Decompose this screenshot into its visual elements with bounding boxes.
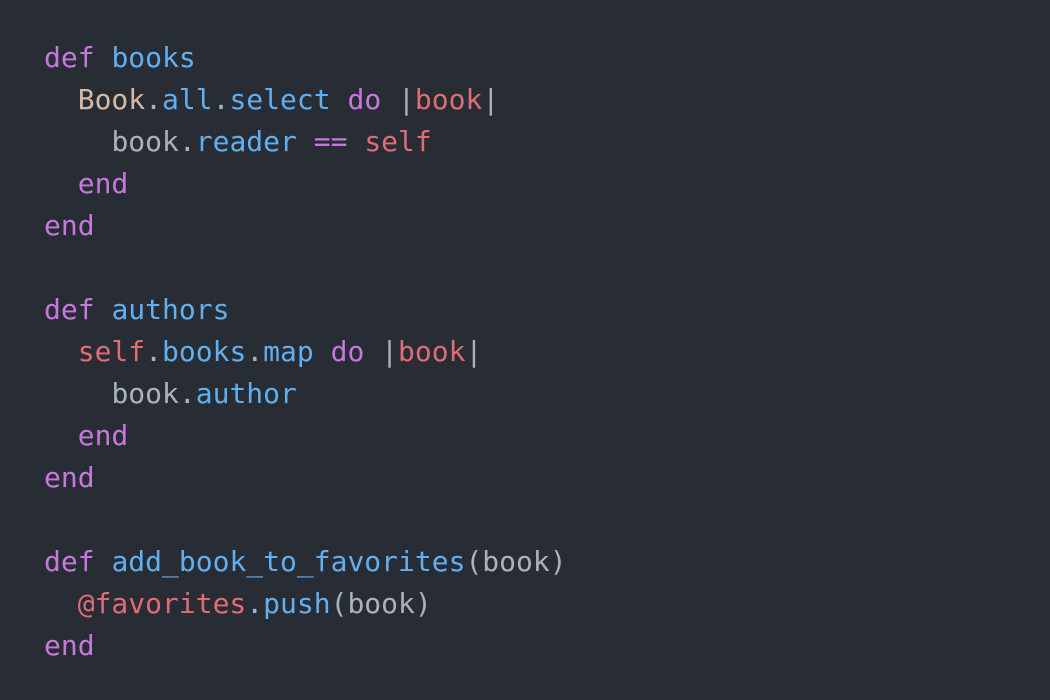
code-line: Book.all.select do |book| xyxy=(44,79,1050,121)
code-token-plain: book xyxy=(111,377,179,410)
code-token-plain: . xyxy=(145,335,163,368)
code-block[interactable]: def books Book.all.select do |book| book… xyxy=(44,37,1050,667)
code-line: end xyxy=(44,205,1050,247)
code-editor[interactable]: def books Book.all.select do |book| book… xyxy=(0,0,1050,700)
code-token-plain: | xyxy=(381,83,415,116)
code-token-keyword: end xyxy=(44,461,95,494)
code-token-function: select xyxy=(229,83,331,116)
code-line: end xyxy=(44,415,1050,457)
code-token-variable: @favorites xyxy=(77,587,247,620)
code-token-plain: book xyxy=(111,125,179,158)
code-token-function: map xyxy=(263,335,314,368)
code-token-plain: | xyxy=(364,335,399,368)
code-token-keyword: do xyxy=(330,335,365,368)
code-token-keyword: end xyxy=(44,629,95,662)
code-token-function: reader xyxy=(195,125,297,158)
code-token-keyword: def xyxy=(44,41,95,74)
code-token-keyword: def xyxy=(44,545,95,578)
code-line: book.reader == self xyxy=(44,121,1050,163)
code-token-keyword: end xyxy=(77,419,129,452)
code-token-variable: book xyxy=(414,83,483,116)
code-line: end xyxy=(44,625,1050,667)
code-token-function: author xyxy=(195,377,297,410)
code-token-plain: . xyxy=(246,335,264,368)
code-token-keyword: end xyxy=(77,167,129,200)
code-token-plain: . xyxy=(145,83,163,116)
code-token-keyword: end xyxy=(44,209,95,242)
code-token-plain: . xyxy=(178,125,196,158)
code-line: end xyxy=(44,457,1050,499)
code-token-function: push xyxy=(263,587,331,620)
code-token-plain: (book) xyxy=(330,587,432,620)
code-token-plain: . xyxy=(178,377,196,410)
code-line: def authors xyxy=(44,289,1050,331)
code-token-variable: self xyxy=(364,125,432,158)
code-token-plain: | xyxy=(465,335,483,368)
code-token-keyword: def xyxy=(44,293,95,326)
code-token-keyword: do xyxy=(347,83,382,116)
code-token-function: books xyxy=(162,335,247,368)
code-line: def add_book_to_favorites(book) xyxy=(44,541,1050,583)
code-line: @favorites.push(book) xyxy=(44,583,1050,625)
code-line: book.author xyxy=(44,373,1050,415)
code-token-keyword: == xyxy=(313,125,348,158)
code-token-plain: | xyxy=(482,83,500,116)
code-token-variable: book xyxy=(398,335,466,368)
code-token-function: authors xyxy=(111,293,230,326)
code-token-function: books xyxy=(111,41,196,74)
code-line: self.books.map do |book| xyxy=(44,331,1050,373)
code-token-plain: . xyxy=(246,587,264,620)
code-token-plain: . xyxy=(212,83,230,116)
code-token-function: add_book_to_favorites xyxy=(111,545,466,578)
code-line: def books xyxy=(44,37,1050,79)
code-token-variable: self xyxy=(77,335,146,368)
code-token-function: all xyxy=(162,83,213,116)
code-line: end xyxy=(44,163,1050,205)
code-token-plain: (book) xyxy=(465,545,567,578)
code-token-constant: Book xyxy=(77,83,146,116)
